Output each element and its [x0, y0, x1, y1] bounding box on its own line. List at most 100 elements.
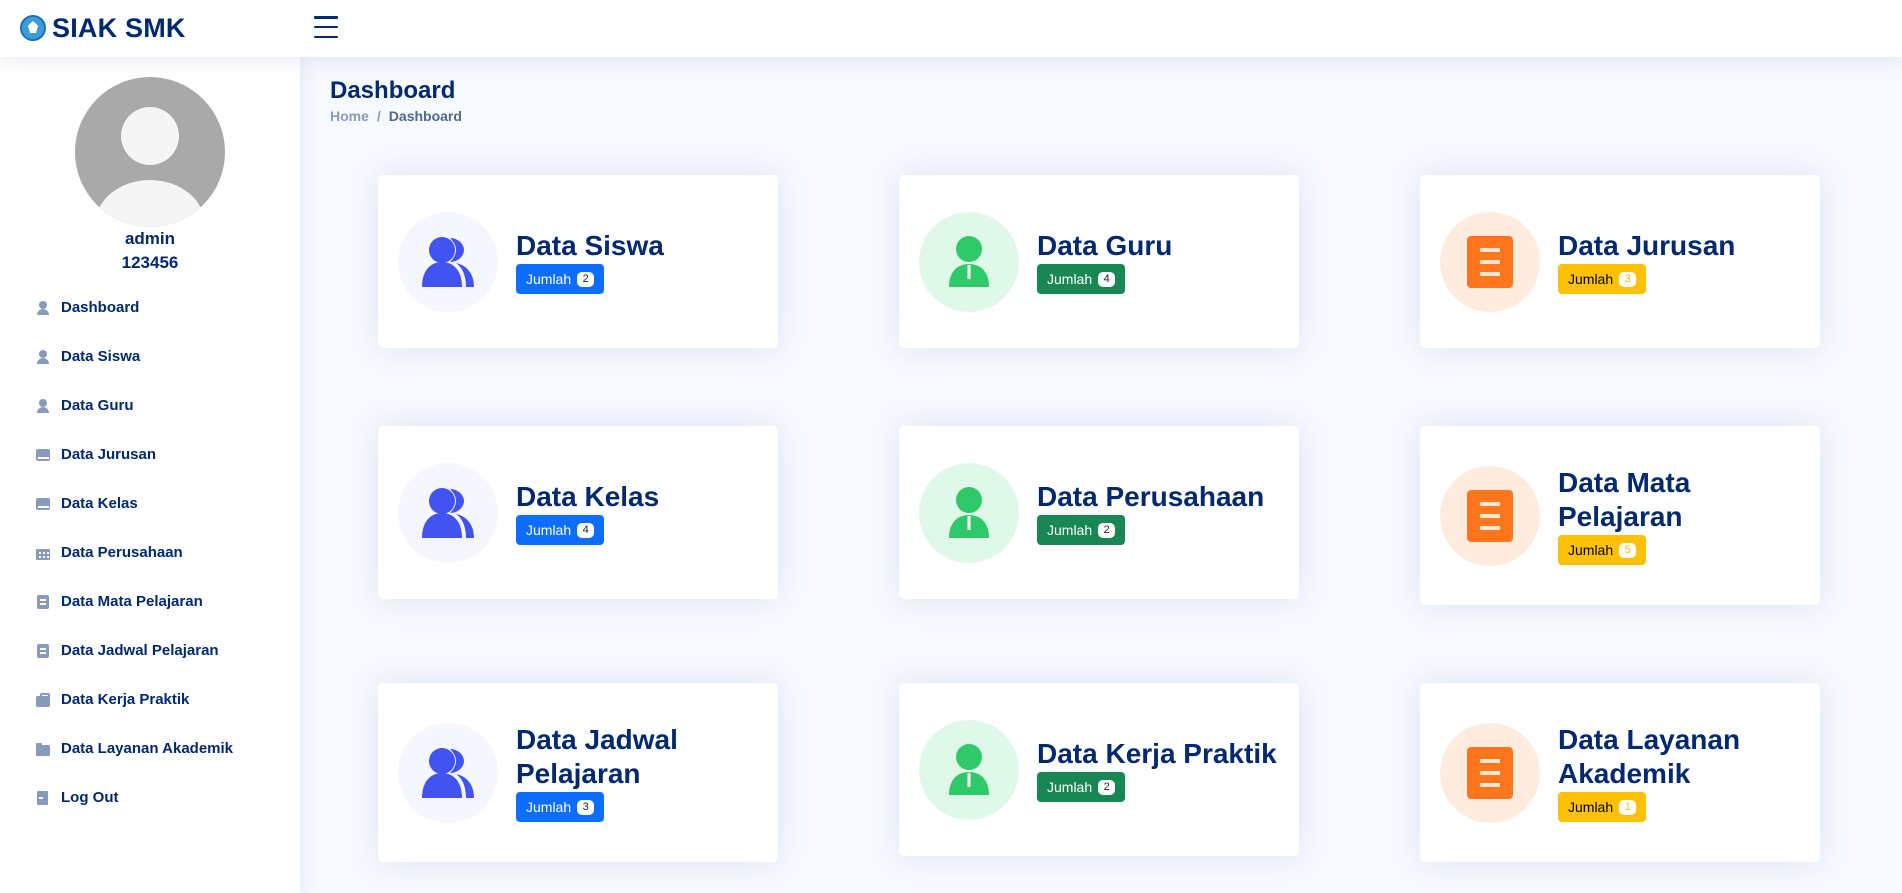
card-title: Data Jurusan: [1558, 230, 1736, 261]
jumlah-button[interactable]: Jumlah 4: [516, 515, 605, 545]
sidebar-item-label: Data Perusahaan: [61, 544, 183, 561]
book-icon: [36, 497, 50, 511]
briefcase-icon: [36, 692, 50, 707]
count-badge: 3: [577, 799, 595, 815]
card-data-jadwal-pelajaran: Data Jadwal Pelajaran Jumlah 3: [378, 683, 778, 862]
sidebar-item-data-siswa[interactable]: Data Siswa: [0, 332, 300, 381]
sidebar-item-label: Data Guru: [61, 397, 134, 414]
top-header: SIAK SMK: [0, 0, 1902, 57]
sidebar-item-data-guru[interactable]: Data Guru: [0, 381, 300, 430]
count-badge: 4: [577, 522, 595, 538]
jumlah-button[interactable]: Jumlah 3: [1558, 264, 1647, 294]
card-data-siswa: Data Siswa Jumlah 2: [378, 175, 778, 348]
card-data-kerja-praktik: Data Kerja Praktik Jumlah 2: [899, 683, 1299, 856]
jumlah-label: Jumlah: [1568, 542, 1614, 558]
sidebar-item-label: Log Out: [61, 789, 119, 806]
card-title: Data Perusahaan: [1037, 481, 1265, 512]
sidebar-item-label: Data Layanan Akademik: [61, 740, 234, 757]
sidebar-item-label: Data Jadwal Pelajaran: [61, 642, 219, 659]
sidebar-item-log-out[interactable]: Log Out: [0, 773, 300, 822]
sidebar-item-data-jadwal-pelajaran[interactable]: Data Jadwal Pelajaran: [0, 626, 300, 675]
user-name: admin: [124, 229, 176, 248]
card-data-mata-pelajaran: Data Mata Pelajaran Jumlah 5: [1420, 426, 1820, 605]
document-icon: [1440, 465, 1540, 566]
sidebar-item-label: Dashboard: [61, 299, 140, 316]
sidebar-item-data-layanan-akademik[interactable]: Data Layanan Akademik: [0, 724, 300, 773]
avatar: [75, 77, 225, 227]
sidebar-item-data-jurusan[interactable]: Data Jurusan: [0, 430, 300, 479]
card-title: Data Kelas: [516, 481, 660, 512]
sidebar-item-label: Data Kerja Praktik: [61, 691, 190, 708]
card-title: Data Siswa: [516, 230, 664, 261]
people-icon: [398, 462, 498, 563]
person-icon: [36, 398, 50, 413]
sidebar: admin 123456 Dashboard Data Siswa Data G…: [0, 57, 300, 893]
sidebar-item-label: Data Kelas: [61, 495, 138, 512]
card-title: Data Kerja Praktik: [1037, 738, 1277, 769]
sidebar-item-dashboard[interactable]: Dashboard: [0, 283, 300, 332]
jumlah-button[interactable]: Jumlah 4: [1037, 264, 1126, 294]
jumlah-label: Jumlah: [526, 271, 572, 287]
book-icon: [36, 448, 50, 462]
journal-icon: [36, 594, 50, 609]
jumlah-button[interactable]: Jumlah 5: [1558, 535, 1647, 565]
card-data-perusahaan: Data Perusahaan Jumlah 2: [899, 426, 1299, 599]
count-badge: 3: [1619, 271, 1637, 287]
folder-icon: [36, 742, 50, 756]
sidebar-item-data-perusahaan[interactable]: Data Perusahaan: [0, 528, 300, 577]
sidebar-item-label: Data Jurusan: [61, 446, 157, 463]
jumlah-label: Jumlah: [1568, 799, 1614, 815]
page-title: Dashboard: [330, 77, 456, 104]
jumlah-button[interactable]: Jumlah 2: [1037, 515, 1126, 545]
count-badge: 2: [1098, 779, 1116, 795]
card-title: Data Jadwal Pelajaran: [516, 724, 678, 789]
card-data-layanan-akademik: Data Layanan Akademik Jumlah 1: [1420, 683, 1820, 862]
card-title: Data Mata Pelajaran: [1558, 467, 1691, 532]
sidebar-toggle-icon[interactable]: [314, 16, 338, 38]
person-icon: [36, 349, 50, 364]
count-badge: 2: [1098, 522, 1116, 538]
card-title: Data Layanan Akademik: [1558, 724, 1741, 789]
jumlah-label: Jumlah: [1047, 522, 1093, 538]
count-badge: 2: [577, 271, 595, 287]
person-icon: [919, 211, 1019, 312]
person-icon: [36, 300, 50, 315]
jumlah-label: Jumlah: [1047, 779, 1093, 795]
jumlah-button[interactable]: Jumlah 2: [1037, 772, 1126, 802]
jumlah-label: Jumlah: [526, 522, 572, 538]
brand-name: SIAK SMK: [52, 12, 186, 43]
jumlah-label: Jumlah: [526, 799, 572, 815]
breadcrumb: Home / Dashboard: [330, 108, 462, 124]
sidebar-item-data-kerja-praktik[interactable]: Data Kerja Praktik: [0, 675, 300, 724]
document-icon: [1440, 211, 1540, 312]
count-badge: 1: [1619, 799, 1637, 815]
person-icon: [919, 719, 1019, 820]
tut-wuri-emblem-icon: [20, 15, 46, 41]
sidebar-item-data-mata-pelajaran[interactable]: Data Mata Pelajaran: [0, 577, 300, 626]
user-id: 123456: [121, 253, 179, 272]
sidebar-item-label: Data Mata Pelajaran: [61, 593, 203, 610]
count-badge: 5: [1619, 542, 1637, 558]
breadcrumb-home-link[interactable]: Home: [330, 108, 369, 124]
jumlah-label: Jumlah: [1568, 271, 1614, 287]
card-title: Data Guru: [1037, 230, 1173, 261]
sidebar-item-data-kelas[interactable]: Data Kelas: [0, 479, 300, 528]
building-icon: [36, 546, 50, 560]
journal-icon: [36, 643, 50, 658]
jumlah-button[interactable]: Jumlah 3: [516, 792, 605, 822]
person-icon: [919, 462, 1019, 563]
breadcrumb-separator: /: [376, 108, 381, 124]
card-data-guru: Data Guru Jumlah 4: [899, 175, 1299, 348]
card-data-jurusan: Data Jurusan Jumlah 3: [1420, 175, 1820, 348]
people-icon: [398, 722, 498, 823]
jumlah-label: Jumlah: [1047, 271, 1093, 287]
card-data-kelas: Data Kelas Jumlah 4: [378, 426, 778, 599]
sidebar-item-label: Data Siswa: [61, 348, 141, 365]
document-icon: [1440, 722, 1540, 823]
breadcrumb-current: Dashboard: [388, 108, 462, 124]
logout-icon: [36, 790, 50, 805]
jumlah-button[interactable]: Jumlah 2: [516, 264, 605, 294]
sidebar-nav: Dashboard Data Siswa Data Guru Data Juru…: [0, 283, 300, 822]
logo[interactable]: SIAK SMK: [20, 12, 186, 44]
jumlah-button[interactable]: Jumlah 1: [1558, 792, 1647, 822]
